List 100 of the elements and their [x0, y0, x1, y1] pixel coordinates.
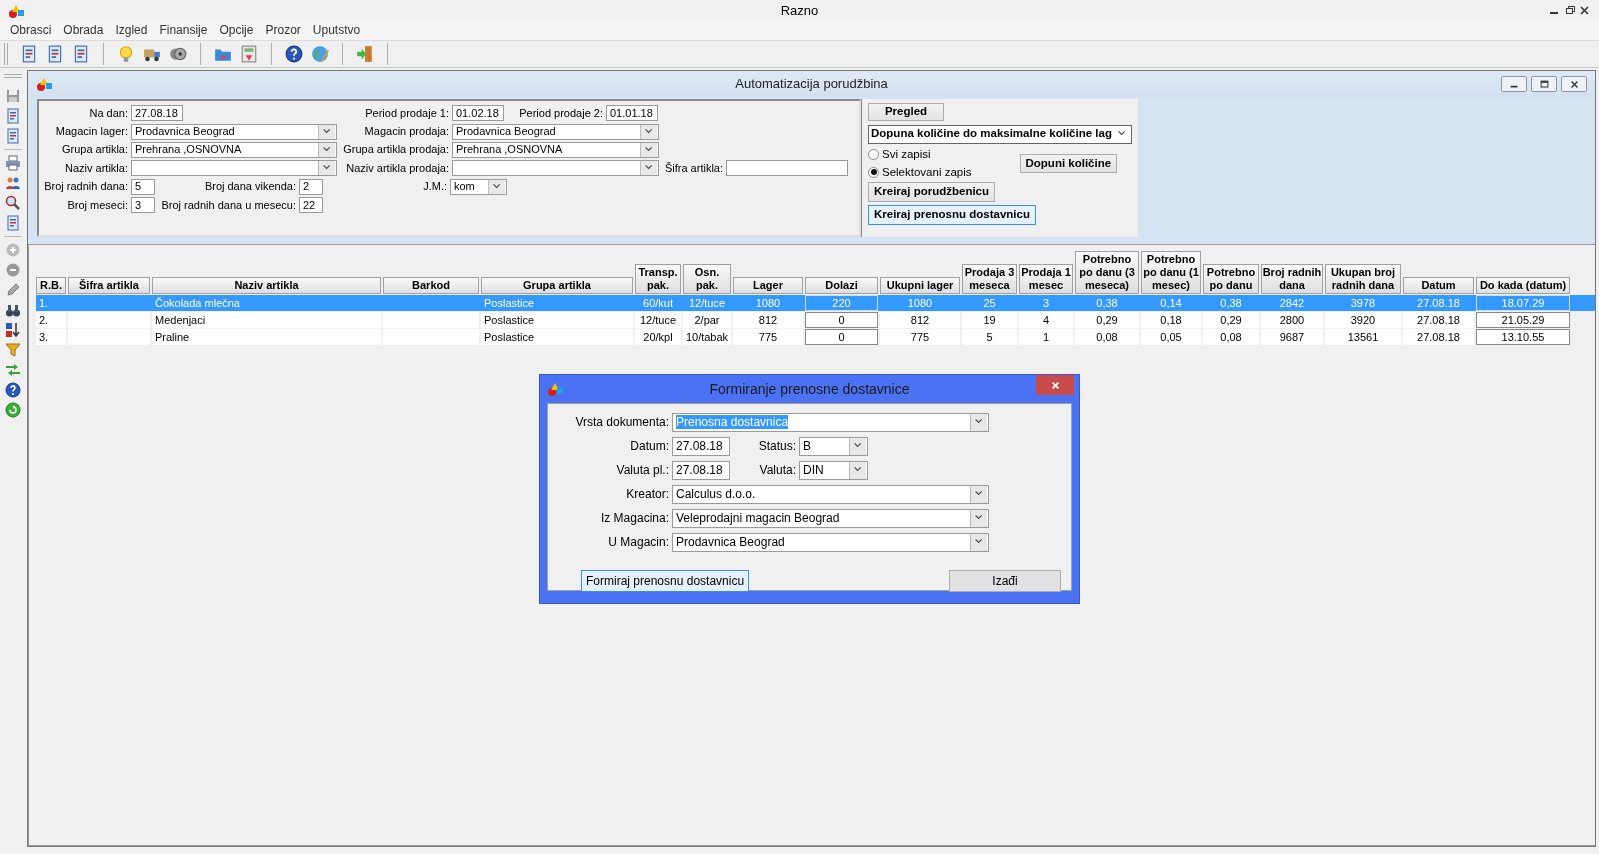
document-icon[interactable]: [5, 108, 21, 124]
column-header[interactable]: Barkod: [383, 277, 479, 294]
text-field[interactable]: 27.08.18: [672, 436, 730, 456]
radio-label[interactable]: Selektovani zapis: [882, 165, 972, 180]
dropdown-field[interactable]: Veleprodajni magacin Beograd: [672, 508, 989, 528]
document-icon[interactable]: [46, 45, 64, 63]
help-icon[interactable]: [285, 45, 303, 63]
table-cell: 12/tuce: [635, 312, 681, 328]
field-label: Broj radnih dana:: [43, 180, 129, 194]
radio-button[interactable]: [868, 167, 879, 178]
radio-label[interactable]: Svi zapisi: [882, 147, 931, 162]
people-icon[interactable]: [5, 175, 21, 191]
column-header[interactable]: Potrebno po danu: [1203, 264, 1259, 294]
dropdown-field[interactable]: Dopuna količine do maksimalne količine lag: [868, 124, 1132, 144]
text-field[interactable]: 22: [299, 197, 323, 214]
text-field[interactable]: 2: [299, 178, 323, 195]
table-cell: 775: [880, 329, 960, 345]
table-cell: 2.: [36, 312, 66, 328]
field-label: Kreator:: [625, 486, 670, 502]
document-icon[interactable]: [5, 215, 21, 231]
text-field[interactable]: 3: [131, 197, 155, 214]
document-icon[interactable]: [72, 45, 90, 63]
cell-input[interactable]: 0: [805, 329, 878, 345]
dialog-title: Formiranje prenosne dostavnice: [709, 380, 910, 398]
dropdown-field[interactable]: DIN: [799, 460, 868, 480]
dropdown-field[interactable]: kom: [450, 178, 507, 195]
column-header[interactable]: Transp. pak.: [635, 264, 681, 294]
maximize-button[interactable]: [1531, 76, 1557, 92]
column-header[interactable]: Datum: [1403, 277, 1474, 294]
column-header[interactable]: Ukupni lager: [880, 277, 960, 294]
column-header[interactable]: Broj radnih dana: [1261, 264, 1323, 294]
help-icon[interactable]: [5, 382, 21, 398]
refresh-icon[interactable]: [5, 402, 21, 418]
fill-button[interactable]: Dopuni količine: [1019, 153, 1118, 174]
dropdown-field[interactable]: [452, 160, 659, 177]
column-header[interactable]: Prodaja 1 mesec: [1019, 264, 1073, 294]
close-button[interactable]: [1561, 76, 1587, 92]
restore-icon[interactable]: [1563, 4, 1576, 17]
menu-item[interactable]: Finansije: [153, 21, 214, 40]
column-header[interactable]: Šifra artikla: [68, 277, 150, 294]
printer-icon[interactable]: [5, 155, 21, 171]
text-field[interactable]: 27.08.18: [131, 105, 183, 122]
column-header[interactable]: Grupa artikla: [481, 277, 633, 294]
field-label: Broj dana vikenda:: [203, 180, 297, 194]
menu-item[interactable]: Uputstvo: [306, 21, 367, 40]
pencil-icon[interactable]: [5, 282, 21, 298]
column-header[interactable]: Potrebno po danu (3 meseca): [1075, 251, 1139, 294]
document-icon[interactable]: [5, 128, 21, 144]
close-icon[interactable]: [1578, 4, 1591, 17]
column-header[interactable]: Osn. pak.: [683, 264, 731, 294]
text-field[interactable]: 01.01.18: [606, 105, 658, 122]
cell-input[interactable]: 21.05.29: [1476, 312, 1570, 328]
preview-button[interactable]: Pregled: [868, 103, 944, 121]
logo-icon: [36, 76, 52, 92]
exit-icon[interactable]: [356, 45, 374, 63]
field-label: Magacin prodaja:: [363, 125, 450, 139]
document-icon[interactable]: [20, 45, 38, 63]
table-cell: Praline: [152, 329, 381, 345]
column-header[interactable]: Potrebno po danu (1 mesec): [1141, 251, 1201, 294]
dropdown-field[interactable]: Prehrana ,OSNOVNA: [131, 141, 337, 158]
maximize-icon[interactable]: [1538, 78, 1550, 90]
column-header[interactable]: Naziv artikla: [152, 277, 381, 294]
dropdown-field[interactable]: Prodavnica Beograd: [672, 532, 989, 552]
action-button[interactable]: Kreiraj porudžbenicu: [868, 182, 996, 203]
text-field[interactable]: 5: [131, 178, 155, 195]
dropdown-field[interactable]: Prehrana ,OSNOVNA: [452, 141, 659, 158]
dropdown-field[interactable]: Prodavnica Beograd: [131, 123, 337, 140]
column-header[interactable]: R.B.: [36, 277, 66, 294]
radio-button[interactable]: [868, 149, 879, 161]
menu-item[interactable]: Obrada: [57, 21, 110, 40]
remove-icon[interactable]: [5, 262, 21, 278]
menu-item[interactable]: Izgled: [109, 21, 154, 40]
menu-item[interactable]: Obrasci: [4, 21, 58, 40]
table-cell-text: 2842: [1278, 296, 1306, 311]
discs-icon[interactable]: [169, 45, 187, 63]
text-field[interactable]: [726, 160, 848, 177]
column-header[interactable]: Lager: [733, 277, 803, 294]
menu-item[interactable]: Prozor: [259, 21, 307, 40]
binoculars-icon[interactable]: [5, 302, 21, 318]
cell-input[interactable]: 13.10.55: [1476, 329, 1570, 345]
table-cell: 0,08: [1203, 329, 1259, 345]
menu-item[interactable]: Opcije: [213, 21, 260, 40]
sort-icon[interactable]: [5, 322, 21, 338]
dropdown-field[interactable]: B: [799, 436, 868, 456]
dropdown-field[interactable]: Calculus d.o.o.: [672, 484, 989, 504]
dropdown-field[interactable]: Prodavnica Beograd: [452, 123, 659, 140]
dropdown-field[interactable]: [131, 160, 337, 177]
text-field[interactable]: 01.02.18: [452, 105, 504, 122]
action-button[interactable]: Kreiraj prenosnu dostavnicu: [868, 205, 1036, 225]
column-header[interactable]: Prodaja 3 meseca: [962, 264, 1017, 294]
column-header[interactable]: Dolazi: [805, 277, 878, 294]
table-row[interactable]: 3. Praline Poslastice 20/kpl 10/tabak 775 0 775 5 1 0,08 0,05 0,08 9687 13561 27.08.18 13.10.55: [36, 329, 1595, 345]
dialog-button[interactable]: Izađi: [949, 570, 1061, 592]
cell-input[interactable]: 0: [805, 312, 878, 328]
dialog-button[interactable]: Formiraj prenosnu dostavnicu: [581, 570, 750, 592]
column-header[interactable]: Ukupan broj radnih dana: [1325, 264, 1401, 294]
text-field[interactable]: 27.08.18: [672, 460, 730, 480]
table-row[interactable]: 2. Medenjaci Poslastice 12/tuce 2/par 812 0 812 19 4 0,29 0,18 0,29 2800 3920 27.08.18 21.05.29: [36, 312, 1595, 328]
column-header[interactable]: Do kada (datum): [1476, 277, 1570, 294]
search-icon[interactable]: [5, 195, 21, 211]
